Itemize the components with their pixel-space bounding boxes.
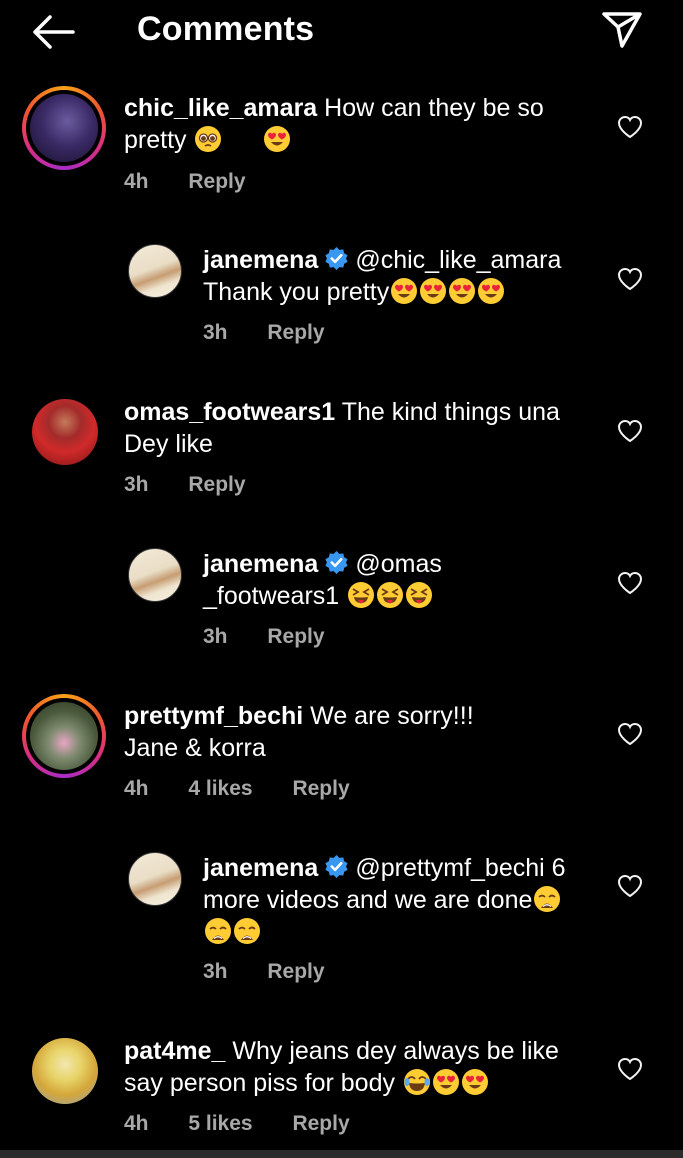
comment-timestamp: 4h (124, 1112, 149, 1135)
avatar[interactable] (128, 244, 182, 298)
heart-eyes-icon (461, 1068, 489, 1096)
comment-text: Jane & korra (124, 734, 266, 762)
verified-badge-icon (324, 854, 349, 879)
comment-username[interactable]: chic_like_amara (124, 94, 317, 122)
comment-mention[interactable]: @chic_like_amara (355, 246, 561, 274)
comment-text: The kind things una (341, 398, 560, 426)
verified-badge-icon (324, 550, 349, 575)
paper-plane-icon[interactable] (600, 10, 644, 50)
comment-text: pretty (124, 126, 187, 154)
avatar[interactable] (128, 548, 182, 602)
avatar[interactable] (128, 852, 182, 906)
comment-text: We are sorry!!! (310, 702, 474, 730)
squinting-tongue-face-icon (347, 581, 375, 609)
comment-timestamp: 3h (203, 625, 228, 648)
reply-button[interactable]: Reply (292, 1112, 349, 1135)
comment-username[interactable]: janemena (203, 550, 318, 578)
like-count[interactable]: 5 likes (188, 1112, 252, 1135)
pleading-face-icon (194, 125, 222, 153)
comment-username[interactable]: janemena (203, 854, 318, 882)
avatar[interactable] (32, 399, 98, 465)
avatar-story-ring[interactable] (22, 86, 106, 170)
comment-timestamp: 3h (124, 473, 149, 496)
comment-timestamp: 4h (124, 777, 149, 800)
squinting-tongue-face-icon (405, 581, 433, 609)
reply-button[interactable]: Reply (292, 777, 349, 800)
reply-button[interactable]: Reply (267, 625, 324, 648)
reply-button[interactable]: Reply (188, 170, 245, 193)
comment-text: Thank you pretty (203, 278, 390, 306)
comment-username[interactable]: janemena (203, 246, 318, 274)
heart-icon[interactable] (617, 722, 643, 746)
comment-mention[interactable]: @prettymf_bechi (355, 854, 544, 882)
heart-eyes-icon (448, 277, 476, 305)
heart-eyes-icon (432, 1068, 460, 1096)
comment-text: 6 (551, 854, 566, 882)
squinting-tongue-face-icon (376, 581, 404, 609)
heart-icon[interactable] (617, 419, 643, 443)
heart-icon[interactable] (617, 1057, 643, 1081)
comment-timestamp: 4h (124, 170, 149, 193)
tears-of-joy-icon (403, 1068, 431, 1096)
heart-eyes-icon (390, 277, 418, 305)
weary-face-icon (533, 885, 561, 913)
reply-button[interactable]: Reply (267, 321, 324, 344)
comment-username[interactable]: prettymf_bechi (124, 702, 303, 730)
header-bar: Comments (0, 0, 683, 62)
avatar (30, 702, 98, 770)
bottom-divider (0, 1150, 683, 1158)
comment-text: say person piss for body (124, 1069, 395, 1097)
heart-icon[interactable] (617, 874, 643, 898)
comment-text: Dey like (124, 430, 213, 458)
comment-text: Why jeans dey always be like (232, 1037, 559, 1065)
comment-username[interactable]: pat4me_ (124, 1037, 225, 1065)
like-count[interactable]: 4 likes (188, 777, 252, 800)
weary-face-icon (204, 917, 232, 945)
heart-eyes-icon (477, 277, 505, 305)
comment-text: more videos and we are done (203, 886, 533, 914)
avatar (30, 94, 98, 162)
comment-text: How can they be so (324, 94, 544, 122)
reply-button[interactable]: Reply (267, 960, 324, 983)
heart-eyes-icon (419, 277, 447, 305)
comment-mention[interactable]: _footwears1 (203, 582, 339, 610)
heart-icon[interactable] (617, 267, 643, 291)
heart-icon[interactable] (617, 115, 643, 139)
reply-button[interactable]: Reply (188, 473, 245, 496)
avatar-story-ring[interactable] (22, 694, 106, 778)
weary-face-icon (233, 917, 261, 945)
arrow-left-icon[interactable] (30, 12, 76, 52)
avatar[interactable] (32, 1038, 98, 1104)
heart-icon[interactable] (617, 571, 643, 595)
verified-badge-icon (324, 246, 349, 271)
heart-eyes-icon (263, 125, 291, 153)
comment-username[interactable]: omas_footwears1 (124, 398, 335, 426)
comment-mention[interactable]: @omas (355, 550, 442, 578)
page-title: Comments (137, 10, 315, 48)
comment-timestamp: 3h (203, 321, 228, 344)
comment-timestamp: 3h (203, 960, 228, 983)
